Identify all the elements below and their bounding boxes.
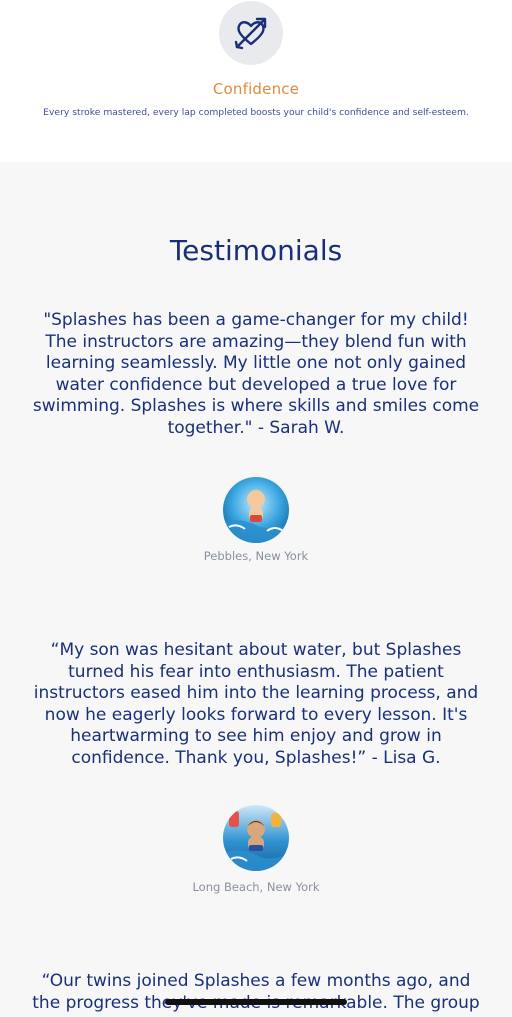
testimonial-avatar [223,477,289,543]
feature-title: Confidence [212,80,300,98]
testimonial-quote: "Splashes has been a game-changer for my… [32,310,480,438]
testimonial-location: Pebbles, New York [203,549,309,563]
testimonial-quote: “My son was hesitant about water, but Sp… [33,640,479,768]
feature-icon-circle [219,1,283,65]
testimonials-heading: Testimonials [169,234,343,267]
child-swimming-photo [223,477,289,543]
child-swimming-photo [223,805,289,871]
feature-card: Confidence Every stroke mastered, every … [0,0,512,162]
feature-description: Every stroke mastered, every lap complet… [43,107,469,118]
testimonial-avatar [223,805,289,871]
testimonial-location: Long Beach, New York [192,880,320,894]
heart-arrow-icon [234,17,267,50]
testimonial-quote: “Our twins joined Splashes a few months … [32,971,480,1013]
home-indicator[interactable] [165,999,347,1005]
